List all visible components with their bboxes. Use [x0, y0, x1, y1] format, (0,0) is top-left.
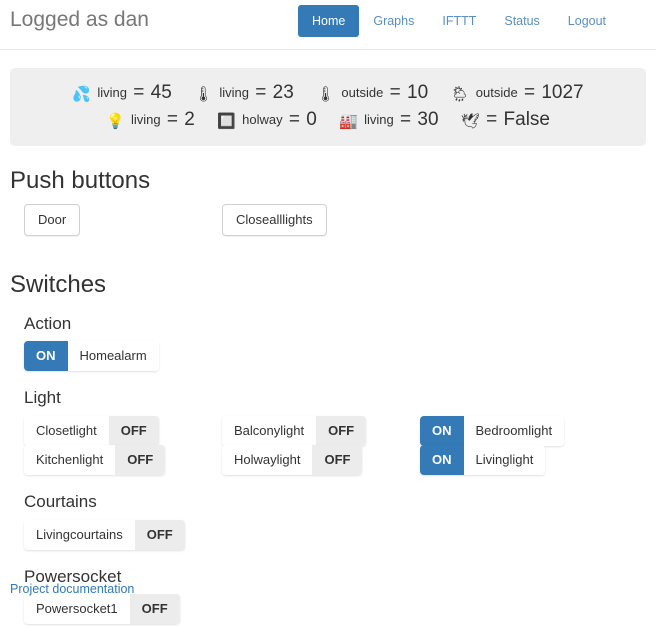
nav-link-ifttt[interactable]: IFTTT	[428, 5, 490, 37]
switch-label[interactable]: Kitchenlight	[24, 445, 116, 476]
navbar: Logged as dan Home Graphs IFTTT Status Logou…	[0, 0, 656, 50]
switch-label[interactable]: Homealarm	[67, 341, 159, 372]
switch-label[interactable]: Holwaylight	[222, 445, 313, 476]
sensor-room-label: living	[130, 111, 161, 127]
switch-livinglight[interactable]: ON Livinglight	[420, 445, 546, 476]
sensor-reading: 🌡 outside = 10	[316, 82, 428, 103]
switch-grid: Livingcourtains OFF	[0, 519, 656, 552]
rain-cloud-icon: 🌦	[450, 86, 470, 103]
nav-link-logout[interactable]: Logout	[554, 5, 620, 37]
sensor-reading: 🌡 living = 23	[194, 82, 294, 103]
push-button-door[interactable]: Door	[24, 204, 81, 237]
sensor-room-label: holway	[242, 111, 283, 127]
switch-grid: ON Homealarm	[0, 341, 656, 373]
humidity-droplets-icon: 💦	[72, 86, 92, 103]
sensor-equals-sign: =	[399, 108, 412, 130]
sensor-equals-sign: =	[389, 82, 401, 103]
sensor-reading: 🕊 = False	[461, 109, 550, 130]
sensor-value: 30	[417, 108, 439, 130]
nav-link-status[interactable]: Status	[490, 5, 553, 37]
sensor-value: 45	[150, 82, 172, 103]
nav-link-graphs[interactable]: Graphs	[359, 5, 428, 37]
switch-state-indicator[interactable]: ON	[24, 341, 68, 372]
sensor-reading: 🏭 living = 30	[339, 109, 438, 130]
light-bulb-icon: 💡	[106, 112, 125, 130]
thermometer-icon: 🌡	[194, 86, 214, 103]
switch-label[interactable]: Balconylight	[222, 416, 317, 447]
sensor-equals-sign: =	[288, 108, 300, 130]
switch-group-title: Action	[24, 313, 72, 333]
factory-icon: 🏭	[339, 112, 358, 130]
switch-grid: Closetlight OFF Kitchenlight OFF Balconyligh…	[0, 416, 656, 477]
switch-group-title: Light	[24, 388, 61, 408]
switch-state-indicator[interactable]: OFF	[108, 416, 159, 447]
switch-label[interactable]: Livinglight	[463, 445, 546, 476]
sensor-equals-sign: =	[133, 82, 145, 103]
switch-label[interactable]: Bedroomlight	[463, 416, 565, 447]
sensor-equals-sign: =	[523, 82, 536, 103]
sensor-room-label: living	[364, 111, 394, 127]
sensor-room-label: living	[97, 85, 127, 100]
thermometer-icon: 🌡	[316, 86, 336, 103]
brand-logged-as: Logged as dan	[10, 8, 149, 31]
switch-label[interactable]: Closetlight	[24, 416, 109, 447]
push-buttons-heading: Push buttons	[10, 166, 151, 194]
motion-sensor-icon: 🔲	[217, 112, 236, 130]
switch-state-indicator[interactable]: OFF	[316, 416, 367, 447]
sensor-value: False	[503, 108, 550, 130]
switch-bedroomlight[interactable]: ON Bedroomlight	[420, 416, 565, 447]
sensor-room-label: living	[219, 85, 249, 100]
high-voltage-icon: 🕊	[460, 112, 480, 130]
switch-state-indicator[interactable]: ON	[420, 445, 464, 476]
switch-balconylight[interactable]: Balconylight OFF	[222, 416, 367, 447]
switch-group-title: Courtains	[24, 492, 97, 512]
switch-closetlight[interactable]: Closetlight OFF	[24, 416, 159, 447]
sensor-room-label: outside	[475, 85, 518, 100]
sensor-value: 2	[184, 108, 195, 130]
switch-state-indicator[interactable]: OFF	[129, 594, 180, 625]
switches-heading: Switches	[10, 271, 107, 299]
switch-label[interactable]: Powersocket1	[24, 594, 130, 625]
sensor-room-label: outside	[341, 85, 384, 100]
switch-state-indicator[interactable]: ON	[420, 416, 464, 447]
switch-grid: Powersocket1 OFF	[0, 594, 656, 626]
switch-state-indicator[interactable]: OFF	[312, 445, 363, 476]
sensor-equals-sign: =	[166, 108, 178, 130]
sensor-value: 23	[272, 82, 294, 103]
sensor-equals-sign: =	[255, 82, 267, 103]
switch-holwaylight[interactable]: Holwaylight OFF	[222, 445, 363, 476]
switch-state-indicator[interactable]: OFF	[115, 445, 166, 476]
sensor-value: 10	[407, 82, 429, 103]
switch-state-indicator[interactable]: OFF	[134, 519, 185, 550]
switch-groups: Action ON Homealarm Light Closetlight OFF Kitc…	[0, 313, 656, 626]
push-buttons-row: Door Closealllights	[0, 204, 656, 250]
sensor-equals-sign: =	[486, 108, 498, 130]
nav-link-home[interactable]: Home	[298, 5, 360, 37]
project-documentation-link[interactable]: Project documentation	[10, 582, 134, 596]
sensor-readings-panel: 💦 living = 45 🌡 living = 23 🌡 outside = …	[10, 68, 646, 146]
push-button-closealllights[interactable]: Closealllights	[222, 204, 327, 237]
switch-homealarm[interactable]: ON Homealarm	[24, 341, 159, 372]
switch-powersocket1[interactable]: Powersocket1 OFF	[24, 594, 180, 625]
sensor-reading: 💡 living = 2	[106, 109, 195, 130]
switch-label[interactable]: Livingcourtains	[24, 519, 135, 550]
switch-livingcourtains[interactable]: Livingcourtains OFF	[24, 519, 185, 550]
sensor-value: 0	[306, 108, 317, 130]
sensor-value: 1027	[541, 82, 584, 103]
nav-links: Home Graphs IFTTT Status Logout	[298, 5, 620, 37]
sensor-reading: 💦 living = 45	[72, 82, 171, 103]
sensor-reading: 🔲 holway = 0	[217, 109, 317, 130]
sensor-reading: 🌦 outside = 1027	[450, 82, 583, 103]
switch-kitchenlight[interactable]: Kitchenlight OFF	[24, 445, 166, 476]
